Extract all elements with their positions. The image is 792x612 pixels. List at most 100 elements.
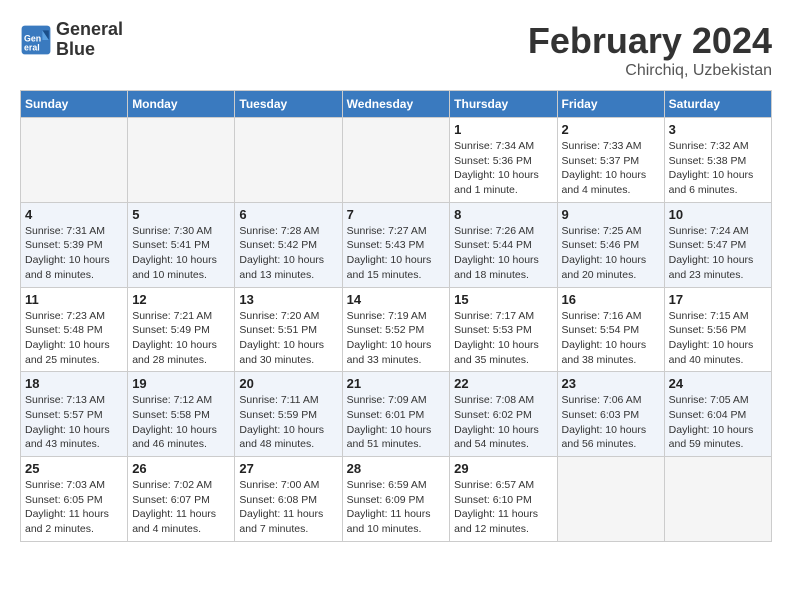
day-number: 24 <box>669 376 767 391</box>
day-number: 26 <box>132 461 230 476</box>
calendar-cell: 16 Sunrise: 7:16 AMSunset: 5:54 PMDayligh… <box>557 287 664 372</box>
calendar-cell <box>21 118 128 203</box>
day-number: 25 <box>25 461 123 476</box>
day-number: 5 <box>132 207 230 222</box>
day-number: 11 <box>25 292 123 307</box>
title-block: February 2024 Chirchiq, Uzbekistan <box>528 20 772 80</box>
calendar-cell <box>557 457 664 542</box>
day-info: Sunrise: 7:21 AMSunset: 5:49 PMDaylight:… <box>132 309 230 368</box>
calendar-cell: 24 Sunrise: 7:05 AMSunset: 6:04 PMDayligh… <box>664 372 771 457</box>
calendar-week-row: 18 Sunrise: 7:13 AMSunset: 5:57 PMDayligh… <box>21 372 772 457</box>
day-info: Sunrise: 7:03 AMSunset: 6:05 PMDaylight:… <box>25 478 123 537</box>
day-number: 6 <box>239 207 337 222</box>
day-info: Sunrise: 7:33 AMSunset: 5:37 PMDaylight:… <box>562 139 660 198</box>
day-info: Sunrise: 7:19 AMSunset: 5:52 PMDaylight:… <box>347 309 446 368</box>
day-number: 21 <box>347 376 446 391</box>
day-number: 15 <box>454 292 552 307</box>
svg-text:eral: eral <box>24 42 40 52</box>
calendar-cell <box>664 457 771 542</box>
calendar-week-row: 4 Sunrise: 7:31 AMSunset: 5:39 PMDaylight… <box>21 202 772 287</box>
page-header: Gen eral General Blue February 2024 Chir… <box>20 20 772 80</box>
calendar-cell: 21Sunrise: 7:09 AMSunset: 6:01 PMDayligh… <box>342 372 450 457</box>
day-number: 12 <box>132 292 230 307</box>
calendar-cell: 14Sunrise: 7:19 AMSunset: 5:52 PMDayligh… <box>342 287 450 372</box>
calendar-cell <box>235 118 342 203</box>
day-info: Sunrise: 7:00 AMSunset: 6:08 PMDaylight:… <box>239 478 337 537</box>
calendar-cell: 6 Sunrise: 7:28 AMSunset: 5:42 PMDaylight… <box>235 202 342 287</box>
day-number: 3 <box>669 122 767 137</box>
calendar-cell: 29 Sunrise: 6:57 AMSunset: 6:10 PMDayligh… <box>450 457 557 542</box>
calendar-week-row: 1 Sunrise: 7:34 AMSunset: 5:36 PMDaylight… <box>21 118 772 203</box>
day-info: Sunrise: 7:30 AMSunset: 5:41 PMDaylight:… <box>132 224 230 283</box>
logo: Gen eral General Blue <box>20 20 123 60</box>
day-info: Sunrise: 7:34 AMSunset: 5:36 PMDaylight:… <box>454 139 552 198</box>
day-info: Sunrise: 7:11 AMSunset: 5:59 PMDaylight:… <box>239 393 337 452</box>
day-info: Sunrise: 7:25 AMSunset: 5:46 PMDaylight:… <box>562 224 660 283</box>
day-info: Sunrise: 7:08 AMSunset: 6:02 PMDaylight:… <box>454 393 552 452</box>
column-header-thursday: Thursday <box>450 91 557 118</box>
calendar-cell: 19 Sunrise: 7:12 AMSunset: 5:58 PMDayligh… <box>128 372 235 457</box>
calendar-cell: 17Sunrise: 7:15 AMSunset: 5:56 PMDayligh… <box>664 287 771 372</box>
column-header-saturday: Saturday <box>664 91 771 118</box>
day-number: 23 <box>562 376 660 391</box>
calendar-cell: 8 Sunrise: 7:26 AMSunset: 5:44 PMDaylight… <box>450 202 557 287</box>
day-info: Sunrise: 7:32 AMSunset: 5:38 PMDaylight:… <box>669 139 767 198</box>
day-number: 18 <box>25 376 123 391</box>
calendar-cell: 2Sunrise: 7:33 AMSunset: 5:37 PMDaylight… <box>557 118 664 203</box>
day-info: Sunrise: 7:23 AMSunset: 5:48 PMDaylight:… <box>25 309 123 368</box>
day-info: Sunrise: 7:27 AMSunset: 5:43 PMDaylight:… <box>347 224 446 283</box>
day-info: Sunrise: 6:59 AMSunset: 6:09 PMDaylight:… <box>347 478 446 537</box>
calendar-cell: 23 Sunrise: 7:06 AMSunset: 6:03 PMDayligh… <box>557 372 664 457</box>
calendar-cell: 4 Sunrise: 7:31 AMSunset: 5:39 PMDaylight… <box>21 202 128 287</box>
calendar-cell: 27Sunrise: 7:00 AMSunset: 6:08 PMDayligh… <box>235 457 342 542</box>
day-number: 13 <box>239 292 337 307</box>
location-subtitle: Chirchiq, Uzbekistan <box>528 62 772 80</box>
calendar-cell: 22 Sunrise: 7:08 AMSunset: 6:02 PMDayligh… <box>450 372 557 457</box>
day-info: Sunrise: 7:26 AMSunset: 5:44 PMDaylight:… <box>454 224 552 283</box>
day-number: 16 <box>562 292 660 307</box>
calendar-cell <box>128 118 235 203</box>
calendar-cell: 18 Sunrise: 7:13 AMSunset: 5:57 PMDayligh… <box>21 372 128 457</box>
day-number: 1 <box>454 122 552 137</box>
calendar-week-row: 11 Sunrise: 7:23 AMSunset: 5:48 PMDayligh… <box>21 287 772 372</box>
day-info: Sunrise: 7:31 AMSunset: 5:39 PMDaylight:… <box>25 224 123 283</box>
day-info: Sunrise: 7:12 AMSunset: 5:58 PMDaylight:… <box>132 393 230 452</box>
day-number: 20 <box>239 376 337 391</box>
calendar-cell: 11 Sunrise: 7:23 AMSunset: 5:48 PMDayligh… <box>21 287 128 372</box>
calendar-cell: 1 Sunrise: 7:34 AMSunset: 5:36 PMDaylight… <box>450 118 557 203</box>
day-number: 17 <box>669 292 767 307</box>
month-year-title: February 2024 <box>528 20 772 62</box>
column-header-friday: Friday <box>557 91 664 118</box>
day-info: Sunrise: 6:57 AMSunset: 6:10 PMDaylight:… <box>454 478 552 537</box>
day-number: 8 <box>454 207 552 222</box>
day-info: Sunrise: 7:17 AMSunset: 5:53 PMDaylight:… <box>454 309 552 368</box>
calendar-cell: 7 Sunrise: 7:27 AMSunset: 5:43 PMDaylight… <box>342 202 450 287</box>
column-header-tuesday: Tuesday <box>235 91 342 118</box>
day-info: Sunrise: 7:05 AMSunset: 6:04 PMDaylight:… <box>669 393 767 452</box>
calendar-cell: 26Sunrise: 7:02 AMSunset: 6:07 PMDayligh… <box>128 457 235 542</box>
logo-text: General Blue <box>56 20 123 60</box>
column-header-monday: Monday <box>128 91 235 118</box>
calendar-cell: 9 Sunrise: 7:25 AMSunset: 5:46 PMDaylight… <box>557 202 664 287</box>
day-number: 7 <box>347 207 446 222</box>
day-info: Sunrise: 7:28 AMSunset: 5:42 PMDaylight:… <box>239 224 337 283</box>
day-info: Sunrise: 7:13 AMSunset: 5:57 PMDaylight:… <box>25 393 123 452</box>
calendar-cell: 15 Sunrise: 7:17 AMSunset: 5:53 PMDayligh… <box>450 287 557 372</box>
day-number: 19 <box>132 376 230 391</box>
calendar-cell: 12 Sunrise: 7:21 AMSunset: 5:49 PMDayligh… <box>128 287 235 372</box>
calendar-cell: 3 Sunrise: 7:32 AMSunset: 5:38 PMDaylight… <box>664 118 771 203</box>
day-info: Sunrise: 7:20 AMSunset: 5:51 PMDaylight:… <box>239 309 337 368</box>
calendar-cell: 10Sunrise: 7:24 AMSunset: 5:47 PMDayligh… <box>664 202 771 287</box>
calendar-table: SundayMondayTuesdayWednesdayThursdayFrid… <box>20 90 772 542</box>
day-info: Sunrise: 7:16 AMSunset: 5:54 PMDaylight:… <box>562 309 660 368</box>
day-number: 9 <box>562 207 660 222</box>
day-number: 4 <box>25 207 123 222</box>
day-number: 29 <box>454 461 552 476</box>
logo-icon: Gen eral <box>20 24 52 56</box>
day-number: 10 <box>669 207 767 222</box>
day-number: 22 <box>454 376 552 391</box>
day-info: Sunrise: 7:06 AMSunset: 6:03 PMDaylight:… <box>562 393 660 452</box>
calendar-cell: 25 Sunrise: 7:03 AMSunset: 6:05 PMDayligh… <box>21 457 128 542</box>
calendar-cell: 28Sunrise: 6:59 AMSunset: 6:09 PMDayligh… <box>342 457 450 542</box>
calendar-cell: 13 Sunrise: 7:20 AMSunset: 5:51 PMDayligh… <box>235 287 342 372</box>
